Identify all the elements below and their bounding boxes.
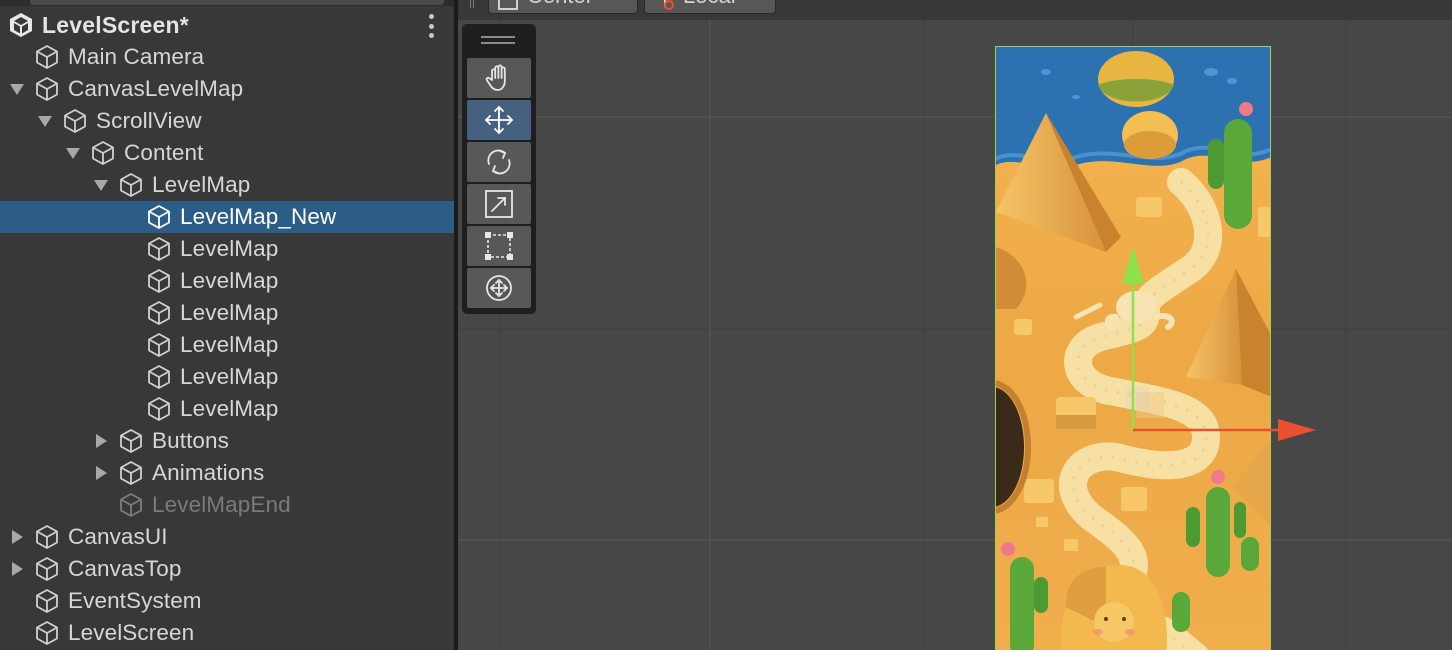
gameobject-cube-icon — [92, 141, 114, 165]
gameobject-cube-icon — [148, 237, 170, 261]
hierarchy-item-label: LevelMap — [180, 396, 279, 421]
hierarchy-item-label: LevelMap — [180, 236, 279, 261]
pivot-label: Center — [527, 0, 593, 9]
scene-view[interactable]: Center Local — [458, 0, 1452, 650]
scene-header[interactable]: LevelScreen* — [0, 8, 454, 42]
hierarchy-item[interactable]: CanvasUI — [0, 521, 454, 553]
pivot-center-icon — [498, 0, 518, 10]
hierarchy-search-bar — [0, 0, 454, 6]
hierarchy-item-label: LevelMapEnd — [152, 492, 291, 517]
hierarchy-item[interactable]: CanvasLevelMap — [0, 73, 454, 105]
hierarchy-item-label: LevelMap — [180, 300, 279, 325]
gameobject-cube-icon — [148, 333, 170, 357]
rect-tool[interactable] — [467, 226, 531, 266]
gameobject-cube-icon — [120, 493, 142, 517]
hierarchy-search-field[interactable] — [30, 0, 444, 5]
hierarchy-item-label: LevelMap — [180, 268, 279, 293]
gameobject-cube-icon — [120, 429, 142, 453]
gameobject-cube-icon — [120, 461, 142, 485]
gameobject-cube-icon — [36, 589, 58, 613]
pivot-toggle-button[interactable]: Center — [488, 0, 638, 14]
gameobject-cube-icon — [36, 557, 58, 581]
fold-collapsed-icon[interactable] — [93, 433, 109, 449]
gameobject-cube-icon — [64, 109, 86, 133]
hierarchy-item-label: ScrollView — [96, 108, 202, 133]
hierarchy-panel: LevelScreen* Main Camera CanvasLevelMap Sc… — [0, 0, 454, 650]
gameobject-cube-icon — [36, 621, 58, 645]
hierarchy-item-label: Main Camera — [68, 44, 205, 69]
transform-icon — [486, 275, 512, 301]
hierarchy-item-label: CanvasTop — [68, 556, 182, 581]
fold-expanded-icon[interactable] — [37, 113, 53, 129]
transform-tool[interactable] — [467, 268, 531, 308]
gameobject-cube-icon — [148, 365, 170, 389]
hierarchy-item-label: Animations — [152, 460, 265, 485]
hierarchy-item-label: LevelMap — [180, 364, 279, 389]
hierarchy-item[interactable]: Animations — [0, 457, 454, 489]
hierarchy-item[interactable]: Buttons — [0, 425, 454, 457]
gameobject-cube-icon — [36, 45, 58, 69]
hierarchy-item[interactable]: Content — [0, 137, 454, 169]
hierarchy-item[interactable]: LevelMap_New — [0, 201, 454, 233]
fold-collapsed-icon[interactable] — [9, 561, 25, 577]
local-space-icon — [664, 0, 674, 10]
fold-expanded-icon[interactable] — [65, 145, 81, 161]
hierarchy-item[interactable]: Main Camera — [0, 41, 454, 73]
hierarchy-item-label: LevelScreen — [68, 620, 195, 645]
hierarchy-item[interactable]: LevelScreen — [0, 617, 454, 649]
space-toggle-button[interactable]: Local — [644, 0, 776, 14]
scene-title: LevelScreen* — [42, 11, 189, 38]
unity-logo-icon — [10, 13, 32, 37]
desert-level-artwork — [996, 47, 1270, 650]
palette-drag-handle[interactable] — [481, 36, 515, 44]
hierarchy-item-label: CanvasUI — [68, 524, 168, 549]
hierarchy-item[interactable]: LevelMap — [0, 361, 454, 393]
hierarchy-item[interactable]: CanvasTop — [0, 553, 454, 585]
hierarchy-item[interactable]: ScrollView — [0, 105, 454, 137]
hierarchy-item[interactable]: LevelMap — [0, 265, 454, 297]
hand-icon — [485, 64, 506, 91]
rotate-tool[interactable] — [467, 142, 531, 182]
hierarchy-item-label: Buttons — [152, 428, 229, 453]
gameobject-cube-icon — [148, 397, 170, 421]
hierarchy-item-label: LevelMap — [152, 172, 251, 197]
space-label: Local — [683, 0, 736, 9]
hierarchy-item-label: LevelMap — [180, 332, 279, 357]
more-options-icon[interactable] — [426, 14, 436, 38]
hierarchy-item[interactable]: LevelMap — [0, 297, 454, 329]
hierarchy-item-label: Content — [124, 140, 204, 165]
toolbar-grip[interactable] — [470, 0, 474, 8]
scene-toolbar: Center Local — [458, 0, 1452, 20]
hierarchy-item[interactable]: LevelMap — [0, 169, 454, 201]
hierarchy-item[interactable]: EventSystem — [0, 585, 454, 617]
move-tool[interactable] — [467, 100, 531, 140]
hierarchy-item[interactable]: LevelMap — [0, 329, 454, 361]
hierarchy-item[interactable]: LevelMap — [0, 393, 454, 425]
fold-expanded-icon[interactable] — [9, 81, 25, 97]
hierarchy-item[interactable]: LevelMapEnd — [0, 489, 454, 521]
fold-collapsed-icon[interactable] — [9, 529, 25, 545]
scale-icon — [485, 190, 513, 218]
gameobject-cube-icon — [120, 173, 142, 197]
scene-grid — [458, 20, 1452, 650]
gameobject-cube-icon — [36, 77, 58, 101]
level-map-sprite[interactable] — [995, 46, 1271, 650]
move-arrows-icon — [484, 105, 514, 135]
rect-transform-icon — [485, 232, 513, 260]
gameobject-cube-icon — [148, 269, 170, 293]
gameobject-cube-icon — [148, 301, 170, 325]
hierarchy-item-label: LevelMap_New — [180, 204, 337, 229]
gameobject-cube-icon — [148, 205, 170, 229]
hierarchy-item[interactable]: LevelMap — [0, 233, 454, 265]
rotate-icon — [487, 149, 511, 175]
hierarchy-tree: Main Camera CanvasLevelMap ScrollView Conte… — [0, 41, 454, 649]
gameobject-cube-icon — [36, 525, 58, 549]
hierarchy-item-label: EventSystem — [68, 588, 202, 613]
tool-palette — [462, 24, 536, 314]
hand-tool[interactable] — [467, 58, 531, 98]
fold-collapsed-icon[interactable] — [93, 465, 109, 481]
scale-tool[interactable] — [467, 184, 531, 224]
hierarchy-item-label: CanvasLevelMap — [68, 76, 244, 101]
fold-expanded-icon[interactable] — [93, 177, 109, 193]
